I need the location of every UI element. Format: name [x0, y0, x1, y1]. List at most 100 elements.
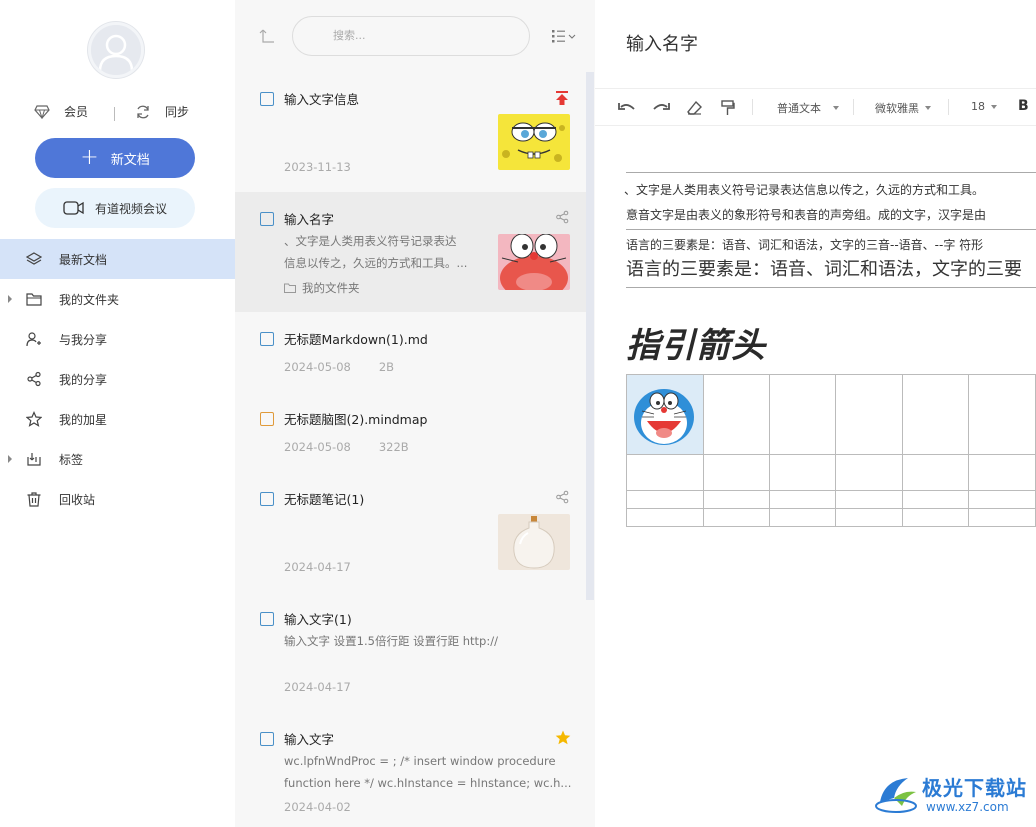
expand-caret-icon[interactable] — [8, 455, 12, 463]
table-cell[interactable] — [967, 454, 1036, 491]
table-cell[interactable] — [967, 490, 1036, 509]
font-family-select[interactable]: 微软雅黑 — [875, 100, 931, 116]
go-up-icon[interactable] — [259, 27, 277, 45]
table-cell[interactable] — [702, 454, 771, 491]
table-cell[interactable] — [626, 490, 704, 509]
video-meeting-label: 有道视频会议 — [94, 201, 167, 216]
sidebar-item-starred[interactable]: 我的加星 — [0, 399, 235, 439]
sidebar-nav: 最新文档 我的文件夹 与我分享 我的分享 我的加星 标签 回收站 — [0, 239, 235, 519]
table-cell[interactable] — [769, 454, 837, 491]
plus-icon: + — [80, 145, 99, 170]
table-cell[interactable] — [967, 374, 1036, 455]
snippet-line: wc.lpfnWndProc = ; /* insert window proc… — [284, 754, 556, 768]
note-title: 无标题脑图(2).mindmap — [284, 412, 428, 427]
trash-icon — [27, 492, 41, 507]
list-item[interactable]: 输入文字 wc.lpfnWndProc = ; /* insert window… — [235, 712, 586, 827]
video-meeting-button[interactable]: 有道视频会议 — [35, 188, 195, 228]
sidebar-item-trash[interactable]: 回收站 — [0, 479, 235, 519]
list-view-icon[interactable] — [551, 28, 577, 44]
eraser-icon[interactable] — [687, 100, 703, 116]
font-size-value: 18 — [971, 100, 985, 113]
body-line: 意音文字是由表义的象形符号和表音的声旁组。成的文字，汉字是由 — [626, 208, 987, 222]
note-meta: 2024-05-08 2B — [284, 360, 394, 374]
note-file-icon — [260, 732, 274, 746]
table-cell[interactable] — [702, 490, 771, 509]
new-document-button[interactable]: + 新文档 — [35, 138, 195, 178]
sidebar-item-recent[interactable]: 最新文档 — [0, 239, 235, 279]
table-cell[interactable] — [901, 454, 969, 491]
note-meta: 2024-05-08 322B — [284, 440, 409, 454]
table-cell[interactable] — [702, 508, 771, 527]
sidebar-item-tags[interactable]: 标签 — [0, 439, 235, 479]
table-cell[interactable] — [769, 490, 837, 509]
table-cell[interactable] — [967, 508, 1036, 527]
sync-button[interactable]: 同步 — [135, 103, 189, 120]
video-camera-icon — [63, 201, 84, 215]
star-icon — [26, 411, 42, 427]
rule-line — [626, 172, 1036, 173]
note-date: 2024-05-08 — [284, 440, 351, 454]
format-painter-icon[interactable] — [721, 100, 735, 116]
note-title: 输入文字 — [284, 732, 335, 747]
list-item[interactable]: 无标题Markdown(1).md 2024-05-08 2B — [235, 312, 586, 392]
font-size-select[interactable]: 18 — [971, 100, 997, 113]
vip-label: 会员 — [64, 105, 89, 119]
user-icon — [91, 25, 141, 75]
list-item[interactable]: 输入名字 、文字是人类用表义符号记录表达 信息以传之，久远的方式和工具。... — [235, 192, 586, 312]
pin-top-icon — [556, 91, 568, 105]
note-title: 输入文字信息 — [284, 92, 360, 107]
table-cell[interactable] — [626, 508, 704, 527]
document-table[interactable] — [626, 374, 1036, 527]
list-item[interactable]: 无标题脑图(2).mindmap 2024-05-08 322B — [235, 392, 586, 472]
list-item[interactable]: 输入文字信息 2023-11-13 — [235, 72, 586, 192]
table-cell[interactable] — [769, 374, 837, 455]
note-file-icon — [260, 612, 274, 626]
mindmap-file-icon — [260, 412, 274, 426]
sidebar-item-shared-with-me[interactable]: 与我分享 — [0, 319, 235, 359]
vip-button[interactable]: 会员 — [34, 103, 88, 120]
sidebar-item-label: 与我分享 — [59, 332, 108, 347]
note-file-icon — [260, 92, 274, 106]
account-row: 会员 同步 — [0, 103, 235, 125]
list-item[interactable]: 输入文字(1) 输入文字 设置1.5倍行距 设置行距 http:// 2024-… — [235, 592, 586, 712]
font-family-value: 微软雅黑 — [875, 102, 919, 115]
scrollbar[interactable] — [586, 72, 594, 600]
sidebar-item-folders[interactable]: 我的文件夹 — [0, 279, 235, 319]
document-title[interactable]: 输入名字 — [626, 30, 698, 56]
chevron-down-icon — [833, 106, 839, 110]
table-cell[interactable] — [769, 508, 837, 527]
note-snippet: 、文字是人类用表义符号记录表达 信息以传之，久远的方式和工具。... — [284, 230, 476, 274]
list-item[interactable]: 无标题笔记(1) 2024-04-17 — [235, 472, 586, 592]
table-cell-image[interactable] — [626, 374, 704, 455]
table-cell[interactable] — [901, 374, 969, 455]
note-file-icon — [260, 212, 274, 226]
sidebar-item-label: 标签 — [59, 452, 84, 467]
folder-name: 我的文件夹 — [302, 281, 360, 295]
body-line: 、文字是人类用表义符号记录表达信息以传之，久远的方式和工具。 — [624, 183, 985, 197]
search-input[interactable]: 搜索... — [292, 16, 530, 56]
document-body[interactable]: 、文字是人类用表义符号记录表达信息以传之，久远的方式和工具。 意音文字是由表义的… — [624, 172, 1036, 288]
note-snippet: 输入文字 设置1.5倍行距 设置行距 http:// — [284, 630, 574, 652]
note-date: 2024-05-08 — [284, 360, 351, 374]
sidebar-item-my-shares[interactable]: 我的分享 — [0, 359, 235, 399]
sidebar-item-label: 最新文档 — [59, 252, 108, 267]
expand-caret-icon[interactable] — [8, 295, 12, 303]
share-icon — [27, 371, 41, 387]
table-cell[interactable] — [835, 490, 903, 509]
table-cell[interactable] — [901, 490, 969, 509]
table-cell[interactable] — [626, 454, 704, 491]
table-cell[interactable] — [835, 508, 903, 527]
table-cell[interactable] — [702, 374, 771, 455]
paragraph-style-value: 普通文本 — [777, 102, 821, 115]
table-cell[interactable] — [835, 454, 903, 491]
redo-icon[interactable] — [651, 101, 671, 115]
share-icon — [556, 490, 569, 504]
paragraph-style-select[interactable]: 普通文本 — [777, 100, 839, 116]
table-cell[interactable] — [901, 508, 969, 527]
avatar[interactable] — [88, 22, 144, 78]
snippet-line: 输入文字 设置1.5倍行距 设置行距 http:// — [284, 634, 498, 648]
bold-button[interactable]: B — [1018, 98, 1029, 114]
table-cell[interactable] — [835, 374, 903, 455]
app-window: 会员 同步 + 新文档 有道视频会议 最新文档 我的文件夹 与我分享 我的分享 … — [0, 0, 1036, 827]
undo-icon[interactable] — [617, 101, 637, 115]
